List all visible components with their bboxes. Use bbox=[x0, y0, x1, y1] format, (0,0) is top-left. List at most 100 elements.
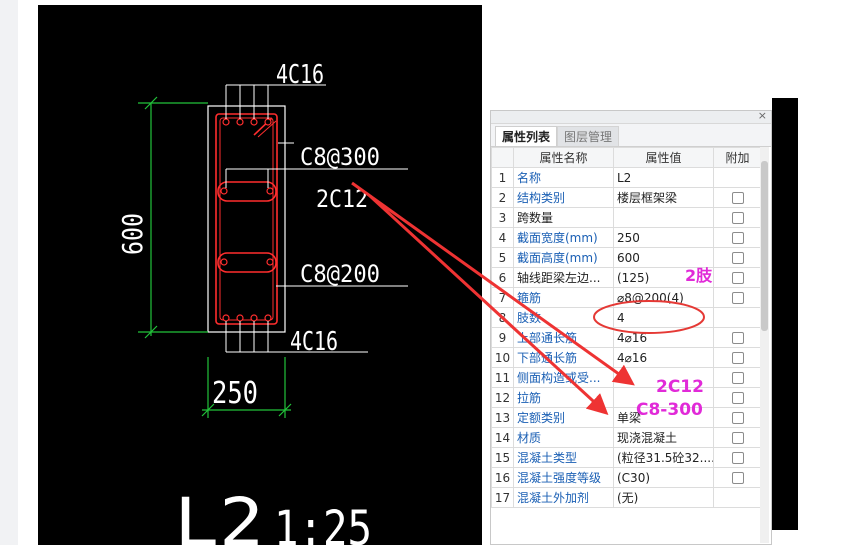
scrollbar-thumb[interactable] bbox=[761, 161, 768, 331]
table-row[interactable]: 15 混凝土类型 (粒径31.5砼32.... bbox=[491, 447, 762, 468]
table-row[interactable]: 1 名称 L2 bbox=[491, 167, 762, 188]
property-value[interactable]: ⌀8@200(4) bbox=[613, 287, 714, 308]
stirrup-label-300: C8@300 bbox=[300, 143, 380, 171]
header-number bbox=[491, 147, 514, 168]
stirrup-label-200: C8@200 bbox=[300, 260, 380, 288]
panel-title-bar: × bbox=[491, 111, 771, 124]
tab-layer-management[interactable]: 图层管理 bbox=[557, 126, 620, 146]
property-value[interactable]: (无) bbox=[613, 487, 714, 508]
property-value[interactable]: L2 bbox=[613, 167, 714, 188]
table-row[interactable]: 6 轴线距梁左边... (125) bbox=[491, 267, 762, 288]
table-row[interactable]: 8 肢数 4 bbox=[491, 307, 762, 328]
annotation-tie-bars: C8-300 bbox=[636, 400, 703, 420]
extra-cell bbox=[713, 387, 762, 408]
row-number: 14 bbox=[491, 427, 514, 448]
table-row[interactable]: 10 下部通长筋 4⌀16 bbox=[491, 347, 762, 368]
row-number: 12 bbox=[491, 387, 514, 408]
property-value[interactable]: (C30) bbox=[613, 467, 714, 488]
row-number: 16 bbox=[491, 467, 514, 488]
table-row[interactable]: 4 截面宽度(mm) 250 bbox=[491, 227, 762, 248]
header-property-value: 属性值 bbox=[613, 147, 714, 168]
row-number: 1 bbox=[491, 167, 514, 188]
width-dim-label: 250 bbox=[212, 376, 258, 411]
top-bars bbox=[222, 118, 272, 126]
header-property-name: 属性名称 bbox=[513, 147, 614, 168]
property-name: 下部通长筋 bbox=[513, 347, 614, 368]
row-number: 6 bbox=[491, 267, 514, 288]
extra-checkbox[interactable] bbox=[731, 472, 744, 484]
table-row[interactable]: 5 截面高度(mm) 600 bbox=[491, 247, 762, 268]
row-number: 13 bbox=[491, 407, 514, 428]
table-row[interactable]: 17 混凝土外加剂 (无) bbox=[491, 487, 762, 508]
extra-cell bbox=[713, 167, 762, 188]
extra-checkbox[interactable] bbox=[731, 192, 744, 204]
extra-cell bbox=[713, 247, 762, 268]
bottom-bar-label: 4C16 bbox=[290, 327, 338, 357]
property-value[interactable]: 250 bbox=[613, 227, 714, 248]
row-number: 10 bbox=[491, 347, 514, 368]
row-number: 5 bbox=[491, 247, 514, 268]
property-name: 侧面构造或受... bbox=[513, 367, 614, 388]
extra-cell bbox=[713, 447, 762, 468]
extra-cell bbox=[713, 307, 762, 328]
row-number: 4 bbox=[491, 227, 514, 248]
extra-checkbox[interactable] bbox=[731, 332, 744, 344]
property-value[interactable]: 4⌀16 bbox=[613, 347, 714, 368]
table-row[interactable]: 2 结构类别 楼层框架梁 bbox=[491, 187, 762, 208]
panel-scrollbar[interactable] bbox=[760, 147, 769, 543]
table-row[interactable]: 9 上部通长筋 4⌀16 bbox=[491, 327, 762, 348]
extra-cell bbox=[713, 487, 762, 508]
property-value[interactable]: 现浇混凝土 bbox=[613, 427, 714, 448]
property-name: 混凝土强度等级 bbox=[513, 467, 614, 488]
extra-checkbox[interactable] bbox=[731, 392, 744, 404]
table-row[interactable]: 13 定额类别 单梁 bbox=[491, 407, 762, 428]
outer-stirrup bbox=[215, 113, 278, 325]
extra-checkbox[interactable] bbox=[731, 272, 744, 284]
extra-checkbox[interactable] bbox=[731, 432, 744, 444]
header-extra: 附加 bbox=[713, 147, 762, 168]
property-value[interactable]: 楼层框架梁 bbox=[613, 187, 714, 208]
property-name: 轴线距梁左边... bbox=[513, 267, 614, 288]
annotation-limbs: 2肢 bbox=[685, 266, 713, 285]
property-table: 属性名称 属性值 附加 1 名称 L2 2 结构类别 楼层框架梁 3 跨数量 4 截面宽度(mm)… bbox=[491, 147, 762, 508]
extra-cell bbox=[713, 267, 762, 288]
property-name: 肢数 bbox=[513, 307, 614, 328]
property-value[interactable]: 4 bbox=[613, 307, 714, 328]
extra-checkbox[interactable] bbox=[731, 212, 744, 224]
extra-checkbox[interactable] bbox=[731, 452, 744, 464]
table-row[interactable]: 14 材质 现浇混凝土 bbox=[491, 427, 762, 448]
cad-background-strip bbox=[772, 98, 798, 530]
table-row[interactable]: 12 拉筋 bbox=[491, 387, 762, 408]
extra-checkbox[interactable] bbox=[731, 352, 744, 364]
property-name: 材质 bbox=[513, 427, 614, 448]
property-value[interactable] bbox=[613, 207, 714, 228]
property-value[interactable]: 4⌀16 bbox=[613, 327, 714, 348]
extra-checkbox[interactable] bbox=[731, 412, 744, 424]
close-icon[interactable]: × bbox=[758, 111, 767, 123]
table-row[interactable]: 16 混凝土强度等级 (C30) bbox=[491, 467, 762, 488]
extra-checkbox[interactable] bbox=[731, 372, 744, 384]
property-name: 拉筋 bbox=[513, 387, 614, 408]
property-value[interactable]: (粒径31.5砼32.... bbox=[613, 447, 714, 468]
row-number: 15 bbox=[491, 447, 514, 468]
row-number: 11 bbox=[491, 367, 514, 388]
property-name: 截面宽度(mm) bbox=[513, 227, 614, 248]
table-row[interactable]: 7 箍筋 ⌀8@200(4) bbox=[491, 287, 762, 308]
property-name: 混凝土外加剂 bbox=[513, 487, 614, 508]
extra-cell bbox=[713, 287, 762, 308]
annotation-waist-bars: 2C12 bbox=[656, 377, 704, 397]
row-number: 7 bbox=[491, 287, 514, 308]
property-name: 箍筋 bbox=[513, 287, 614, 308]
property-name: 截面高度(mm) bbox=[513, 247, 614, 268]
tab-property-list[interactable]: 属性列表 bbox=[495, 126, 558, 146]
table-row[interactable]: 3 跨数量 bbox=[491, 207, 762, 228]
cad-drawing-canvas[interactable]: 4C16 C8@300 2C12 C8@200 4C16 600 250 L2 … bbox=[38, 5, 482, 545]
extra-checkbox[interactable] bbox=[731, 292, 744, 304]
row-number: 3 bbox=[491, 207, 514, 228]
table-header-row: 属性名称 属性值 附加 bbox=[491, 147, 762, 168]
extra-checkbox[interactable] bbox=[731, 232, 744, 244]
extra-checkbox[interactable] bbox=[731, 252, 744, 264]
property-rows: 1 名称 L2 2 结构类别 楼层框架梁 3 跨数量 4 截面宽度(mm) 250 5 截面高度(mm)… bbox=[491, 167, 762, 508]
drawing-scale: 1:25 bbox=[274, 501, 372, 545]
table-row[interactable]: 11 侧面构造或受... bbox=[491, 367, 762, 388]
